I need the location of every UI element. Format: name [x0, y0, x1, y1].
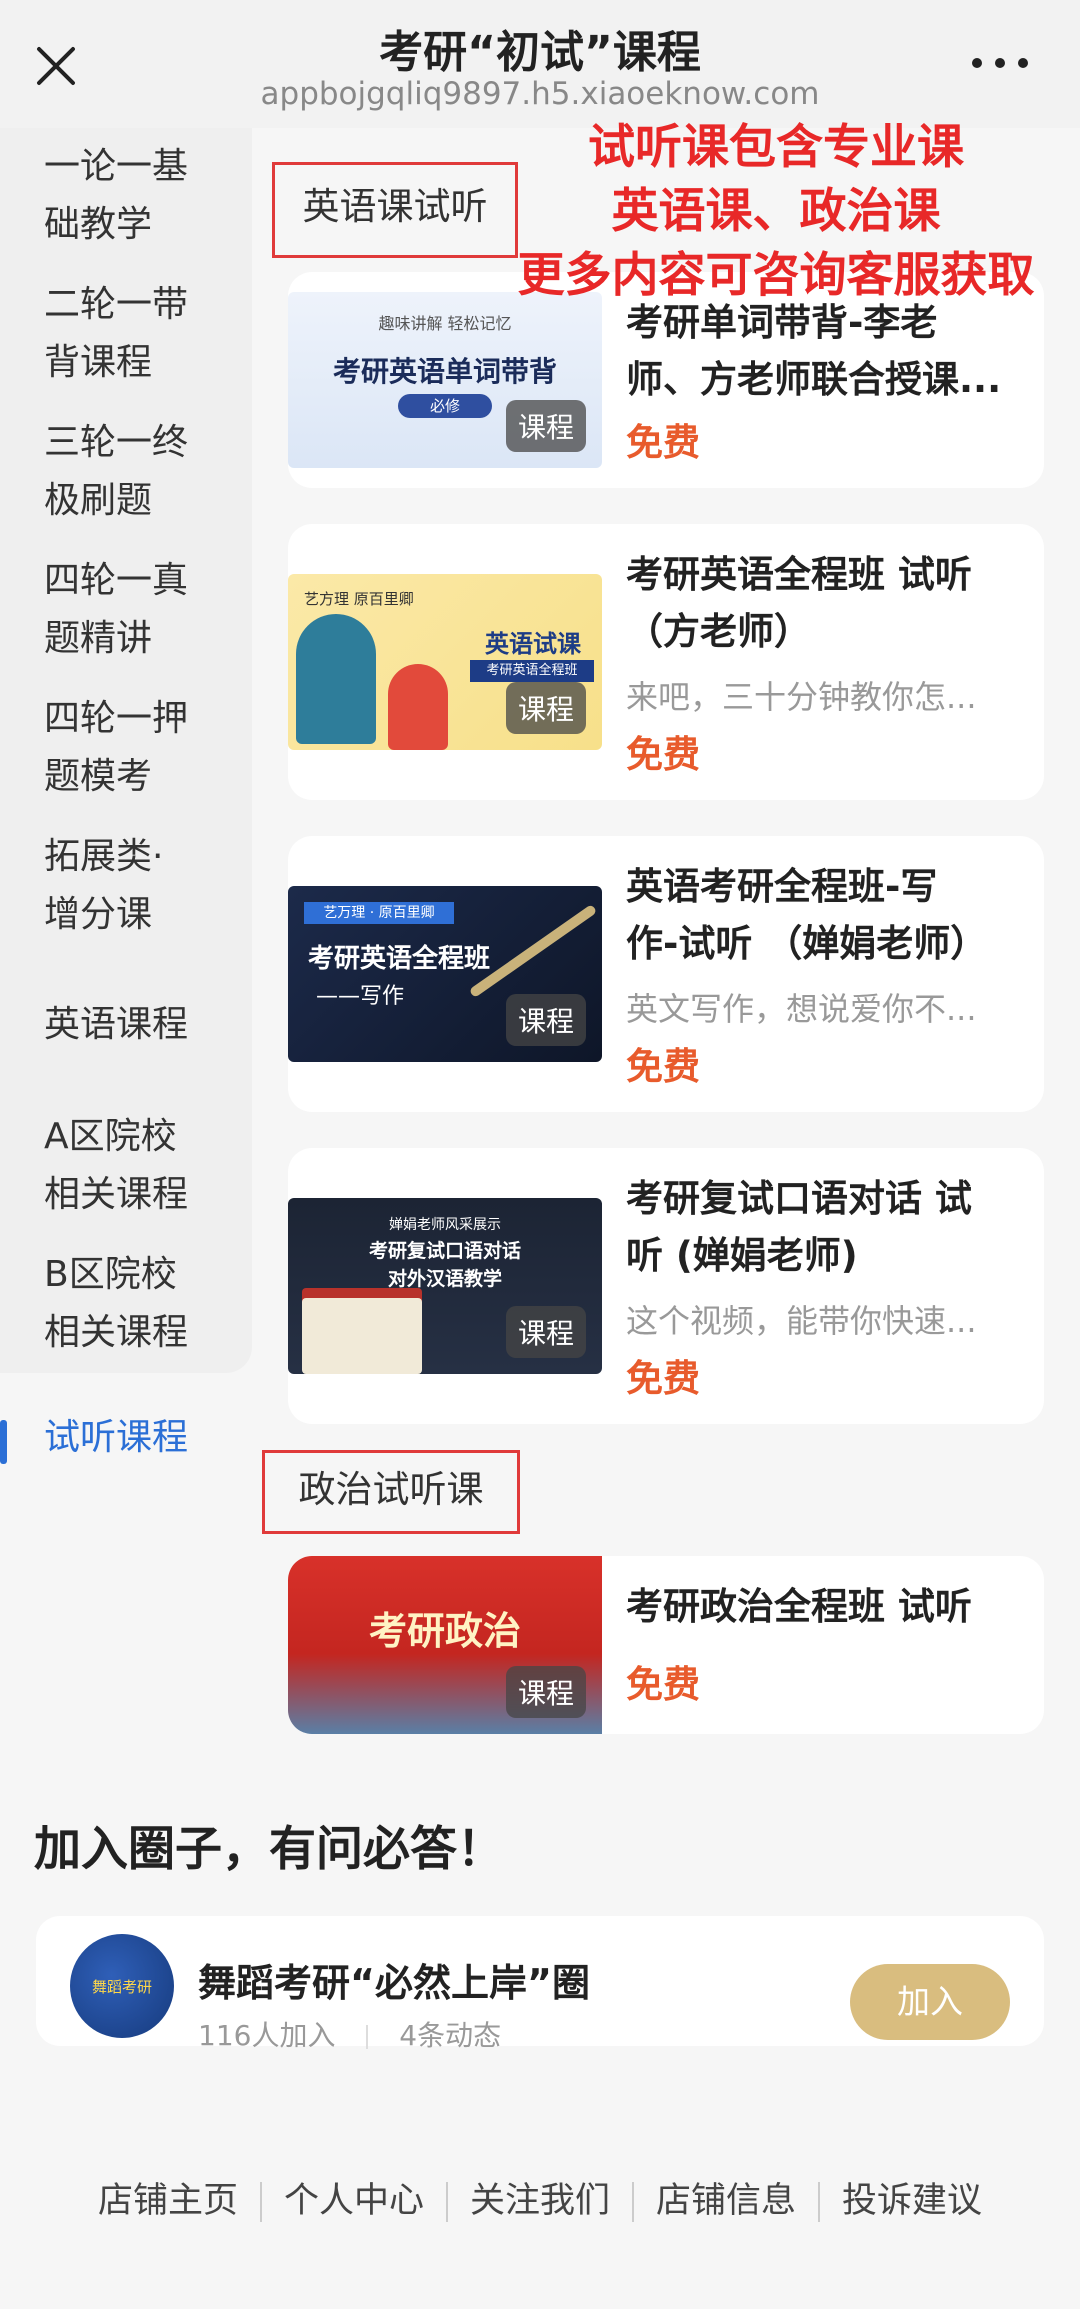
sidebar-item-round4-mock[interactable]: 四轮一押 题模考	[44, 690, 234, 806]
circle-card[interactable]: 舞蹈考研 舞蹈考研“必然上岸”圈 116人加入 4条动态 加入	[36, 1916, 1044, 2052]
course-price: 免费	[626, 421, 700, 464]
student-figure	[388, 664, 448, 750]
course-description: 英文写作，想说爱你不...	[626, 990, 977, 1028]
circle-posts: 4条动态	[399, 2019, 502, 2052]
teacher-figure	[296, 614, 376, 744]
course-price: 免费	[626, 733, 700, 776]
course-card[interactable]: 艺方理 原百里卿 英语试课 考研英语全程班 课程 考研英语全程班 试听 （方老师…	[288, 524, 1044, 800]
course-title: 考研单词带背-李老 师、方老师联合授课...	[626, 301, 1002, 401]
divider	[366, 2025, 369, 2049]
top-bar: 考研“初试”课程 appbojgqliq9897.h5.xiaoeknow.co…	[0, 0, 1080, 128]
circle-avatar: 舞蹈考研	[70, 1934, 174, 2038]
course-card[interactable]: 艺万理 · 原百里卿 考研英语全程班 ——写作 课程 英语考研全程班-写 作-试…	[288, 836, 1044, 1112]
footer-link-store-home[interactable]: 店铺主页	[76, 2172, 260, 2223]
footer-links: 店铺主页 个人中心 关注我们 店铺信息 投诉建议	[0, 2172, 1080, 2223]
course-thumbnail: 考研政治 课程	[288, 1556, 602, 1734]
category-sidebar: 一论一基 础教学 二轮一带 背课程 三轮一终 极刷题 四轮一真 题精讲 四轮一押…	[0, 128, 252, 1373]
course-thumbnail: 艺方理 原百里卿 英语试课 考研英语全程班 课程	[288, 574, 602, 750]
join-button[interactable]: 加入	[850, 1964, 1010, 2040]
more-icon[interactable]	[972, 58, 1028, 70]
page-url: appbojgqliq9897.h5.xiaoeknow.com	[260, 76, 820, 112]
sidebar-item-round3[interactable]: 三轮一终 极刷题	[44, 414, 234, 530]
book-stack-illustration	[302, 1298, 422, 1374]
circle-name: 舞蹈考研“必然上岸”圈	[198, 1961, 590, 2005]
circle-members: 116人加入	[198, 2019, 336, 2052]
section-label-politics: 政治试听课	[262, 1450, 520, 1534]
course-price: 免费	[626, 1357, 700, 1400]
course-tag: 课程	[505, 400, 586, 452]
course-card[interactable]: 考研政治 课程 考研政治全程班 试听 免费	[288, 1556, 1044, 1734]
page-title: 考研“初试”课程	[379, 27, 701, 78]
course-title: 考研英语全程班 试听 （方老师）	[626, 553, 972, 653]
course-card[interactable]: 婵娟老师风采展示 考研复试口语对话 对外汉语教学 课程 考研复试口语对话 试 听…	[288, 1148, 1044, 1424]
course-description: 来吧，三十分钟教你怎...	[626, 678, 977, 716]
course-thumbnail: 婵娟老师风采展示 考研复试口语对话 对外汉语教学 课程	[288, 1198, 602, 1374]
overlay-note: 试听课包含专业课 英语课、政治课 更多内容可咨询客服获取	[517, 120, 1035, 303]
course-tag: 课程	[505, 1666, 586, 1718]
sidebar-item-round1[interactable]: 一论一基 础教学	[44, 138, 234, 254]
course-title: 考研政治全程班 试听	[626, 1585, 972, 1628]
footer-link-store-info[interactable]: 店铺信息	[634, 2172, 818, 2223]
course-title: 考研复试口语对话 试 听 (婵娟老师)	[626, 1177, 972, 1277]
course-tag: 课程	[505, 994, 586, 1046]
course-title: 英语考研全程班-写 作-试听 （婵娟老师）	[626, 865, 988, 965]
circle-stats: 116人加入 4条动态	[198, 2014, 501, 2054]
course-thumbnail: 艺万理 · 原百里卿 考研英语全程班 ——写作 课程	[288, 886, 602, 1062]
circle-heading: 加入圈子，有问必答！	[34, 1822, 504, 1877]
course-price: 免费	[626, 1045, 700, 1088]
course-tag: 课程	[505, 682, 586, 734]
sidebar-item-trial[interactable]: 试听课程	[44, 1409, 188, 1467]
active-indicator	[0, 1420, 7, 1464]
course-thumbnail: 趣味讲解 轻松记忆 考研英语单词带背 必修 课程	[288, 292, 602, 468]
course-price: 免费	[626, 1663, 700, 1706]
course-tag: 课程	[505, 1306, 586, 1358]
sidebar-item-extension[interactable]: 拓展类· 增分课	[44, 828, 234, 944]
sidebar-item-english[interactable]: 英语课程	[44, 996, 234, 1054]
sidebar-item-round4-real[interactable]: 四轮一真 题精讲	[44, 552, 234, 668]
course-description: 这个视频，能带你快速...	[626, 1302, 977, 1340]
footer-link-follow-us[interactable]: 关注我们	[448, 2172, 632, 2223]
sidebar-item-round2[interactable]: 二轮一带 背课程	[44, 276, 234, 392]
sidebar-item-zone-b[interactable]: B区院校 相关课程	[44, 1246, 234, 1362]
footer-link-complaint[interactable]: 投诉建议	[820, 2172, 1004, 2223]
footer-link-personal-center[interactable]: 个人中心	[262, 2172, 446, 2223]
sidebar-item-zone-a[interactable]: A区院校 相关课程	[44, 1108, 234, 1224]
